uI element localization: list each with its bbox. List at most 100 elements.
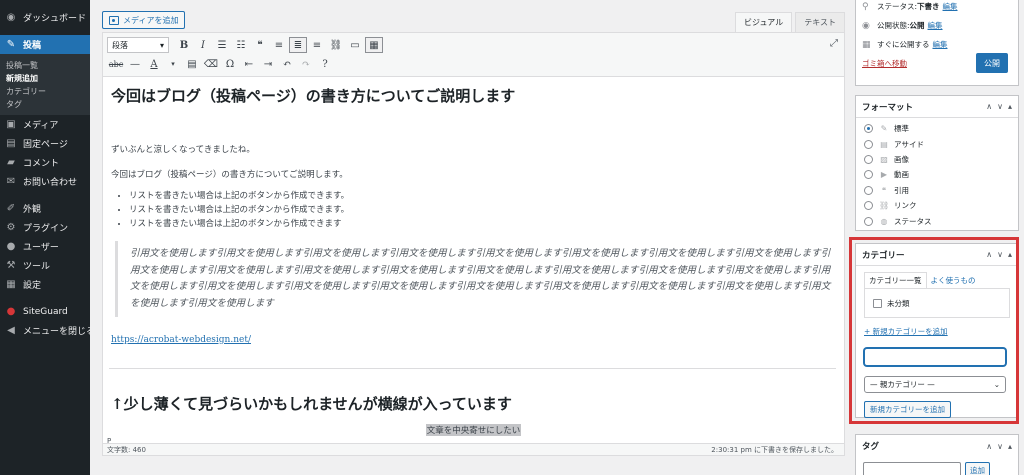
editor-tabs: ビジュアル テキスト: [732, 12, 845, 32]
align-left-button[interactable]: ≡: [270, 37, 288, 53]
editor-toolbar: 段落 ▾ B I ☰ ☷ ❝ ≡ ≣ ≡ ⛓ ▭ ▦ abc — A ▾ ▤ ⌫ …: [103, 33, 844, 77]
content-list: リストを書きたい場合は上記のボタンから作成できます。 リストを書きたい場合は上記…: [121, 189, 349, 231]
format-option-image[interactable]: ▨ 画像: [856, 152, 1018, 167]
chevron-down-icon[interactable]: ∨: [997, 102, 1003, 111]
content-heading-2: ↑少し薄くて見づらいかもしれませんが横線が入っています: [111, 395, 512, 413]
menu-posts[interactable]: ✎ 投稿: [0, 35, 90, 54]
format-box: フォーマット ∧ ∨ ▴ ✎ 標準 ▤ アサイド ▨ 画像 ▶ 動画 ❝ 引用 ⛓ リンク ◍ ス…: [855, 95, 1019, 231]
settings-icon: ▦: [6, 279, 16, 290]
triangle-up-icon[interactable]: ▴: [1008, 442, 1012, 451]
clear-formatting-button[interactable]: ⌫: [202, 56, 220, 72]
indent-button[interactable]: ⇥: [259, 56, 277, 72]
outdent-button[interactable]: ⇤: [240, 56, 258, 72]
word-count: 文字数: 460: [107, 446, 146, 454]
speech-bubble-icon: ◍: [880, 216, 888, 226]
format-select[interactable]: 段落 ▾: [107, 37, 169, 53]
visibility-edit-link[interactable]: 編集: [928, 20, 943, 31]
bullet-list-button[interactable]: ☰: [213, 37, 231, 53]
dashboard-icon: ◉: [6, 12, 16, 23]
submenu-add-new[interactable]: 新規追加: [0, 72, 90, 85]
more-tag-button[interactable]: ▭: [346, 37, 364, 53]
menu-comments[interactable]: ▰ コメント: [0, 153, 90, 172]
triangle-up-icon[interactable]: ▴: [1008, 102, 1012, 111]
menu-media[interactable]: ▣ メディア: [0, 115, 90, 134]
publish-button[interactable]: 公開: [976, 53, 1008, 73]
format-option-quote[interactable]: ❝ 引用: [856, 183, 1018, 198]
media-icon: [109, 15, 119, 25]
menu-tools[interactable]: ⚒ ツール: [0, 256, 90, 275]
radio[interactable]: [864, 201, 873, 211]
user-icon: ●: [6, 241, 16, 252]
tags-box: タグ ∧ ∨ ▴ 追加: [855, 434, 1019, 475]
menu-users[interactable]: ● ユーザー: [0, 237, 90, 256]
numbered-list-button[interactable]: ☷: [232, 37, 250, 53]
chevron-down-icon[interactable]: ▾: [164, 56, 182, 72]
content-link[interactable]: https://acrobat-webdesign.net/: [111, 335, 251, 345]
submenu-all-posts[interactable]: 投稿一覧: [0, 59, 90, 72]
posts-submenu: 投稿一覧 新規追加 カテゴリー タグ: [0, 54, 90, 115]
add-tag-button[interactable]: 追加: [965, 462, 990, 475]
format-option-standard[interactable]: ✎ 標準: [856, 121, 1018, 136]
menu-collapse[interactable]: ◀ メニューを閉じる: [0, 321, 95, 340]
menu-dashboard[interactable]: ◉ ダッシュボード: [0, 8, 90, 27]
italic-button[interactable]: I: [194, 37, 212, 53]
paste-text-button[interactable]: ▤: [183, 56, 201, 72]
radio[interactable]: [864, 216, 873, 226]
chevron-up-icon[interactable]: ∧: [986, 102, 992, 111]
tab-visual[interactable]: ビジュアル: [735, 12, 793, 32]
menu-settings[interactable]: ▦ 設定: [0, 275, 90, 294]
mail-icon: ✉: [6, 176, 16, 187]
fullscreen-icon[interactable]: ⤢: [830, 38, 838, 49]
menu-siteguard[interactable]: ● SiteGuard: [0, 302, 90, 321]
align-center-button[interactable]: ≣: [289, 37, 307, 53]
redo-button[interactable]: ↷: [297, 56, 315, 72]
link-button[interactable]: ⛓: [327, 37, 345, 53]
horizontal-line-button[interactable]: —: [126, 56, 144, 72]
help-button[interactable]: ?: [316, 56, 334, 72]
chevron-down-icon[interactable]: ∨: [997, 442, 1003, 451]
blockquote-button[interactable]: ❝: [251, 37, 269, 53]
format-option-video[interactable]: ▶ 動画: [856, 167, 1018, 182]
add-media-button[interactable]: メディアを追加: [102, 11, 186, 29]
special-character-button[interactable]: Ω: [221, 56, 239, 72]
format-option-status[interactable]: ◍ ステータス: [856, 213, 1018, 228]
radio[interactable]: [864, 170, 873, 180]
highlight-frame: [849, 237, 1019, 424]
list-item: リストを書きたい場合は上記のボタンから作成できます。: [129, 203, 349, 217]
strikethrough-button[interactable]: abc: [107, 56, 125, 72]
submenu-tags[interactable]: タグ: [0, 98, 90, 111]
pin-icon: ⚲: [862, 1, 869, 12]
submenu-categories[interactable]: カテゴリー: [0, 85, 90, 98]
quote-icon: ❝: [881, 185, 887, 195]
format-option-aside[interactable]: ▤ アサイド: [856, 136, 1018, 151]
radio[interactable]: [864, 185, 873, 195]
autosave-status: 2:30:31 pm に下書きを保存しました。: [711, 446, 838, 454]
radio[interactable]: [864, 139, 873, 149]
blockquote: 引用文を使用します引用文を使用します引用文を使用します引用文を使用します引用文を…: [115, 241, 835, 317]
menu-appearance[interactable]: ✐ 外観: [0, 199, 90, 218]
bold-button[interactable]: B: [175, 37, 193, 53]
menu-contact[interactable]: ✉ お問い合わせ: [0, 172, 90, 191]
list-item: リストを書きたい場合は上記のボタンから作成できます。: [129, 189, 349, 203]
menu-plugins[interactable]: ⚙ プラグイン: [0, 218, 90, 237]
tag-input[interactable]: [863, 462, 961, 475]
menu-pages[interactable]: ▤ 固定ページ: [0, 134, 90, 153]
radio[interactable]: [864, 124, 873, 134]
status-edit-link[interactable]: 編集: [943, 1, 958, 12]
schedule-edit-link[interactable]: 編集: [933, 39, 948, 50]
chevron-down-icon: ▾: [159, 40, 164, 50]
text-color-button[interactable]: A: [145, 56, 163, 72]
undo-button[interactable]: ↶: [278, 56, 296, 72]
content-heading: 今回はブログ（投稿ページ）の書き方についてご説明します: [111, 87, 516, 105]
chevron-up-icon[interactable]: ∧: [986, 442, 992, 451]
radio[interactable]: [864, 154, 873, 164]
toolbar-toggle-button[interactable]: ▦: [365, 37, 383, 53]
trash-link[interactable]: ゴミ箱へ移動: [862, 58, 907, 69]
tab-text[interactable]: テキスト: [795, 12, 845, 32]
editor-content[interactable]: 今回はブログ（投稿ページ）の書き方についてご説明します ずいぶんと涼しくなってき…: [109, 81, 836, 436]
pin-icon: ✎: [880, 124, 888, 134]
publish-box: ⚲ ステータス: 下書き 編集 ◉ 公開状態: 公開 編集 ▦ すぐに公開する 編集 ゴミ箱…: [855, 0, 1019, 86]
align-right-button[interactable]: ≡: [308, 37, 326, 53]
format-option-link[interactable]: ⛓ リンク: [856, 198, 1018, 213]
pin-icon: ✎: [6, 39, 16, 50]
